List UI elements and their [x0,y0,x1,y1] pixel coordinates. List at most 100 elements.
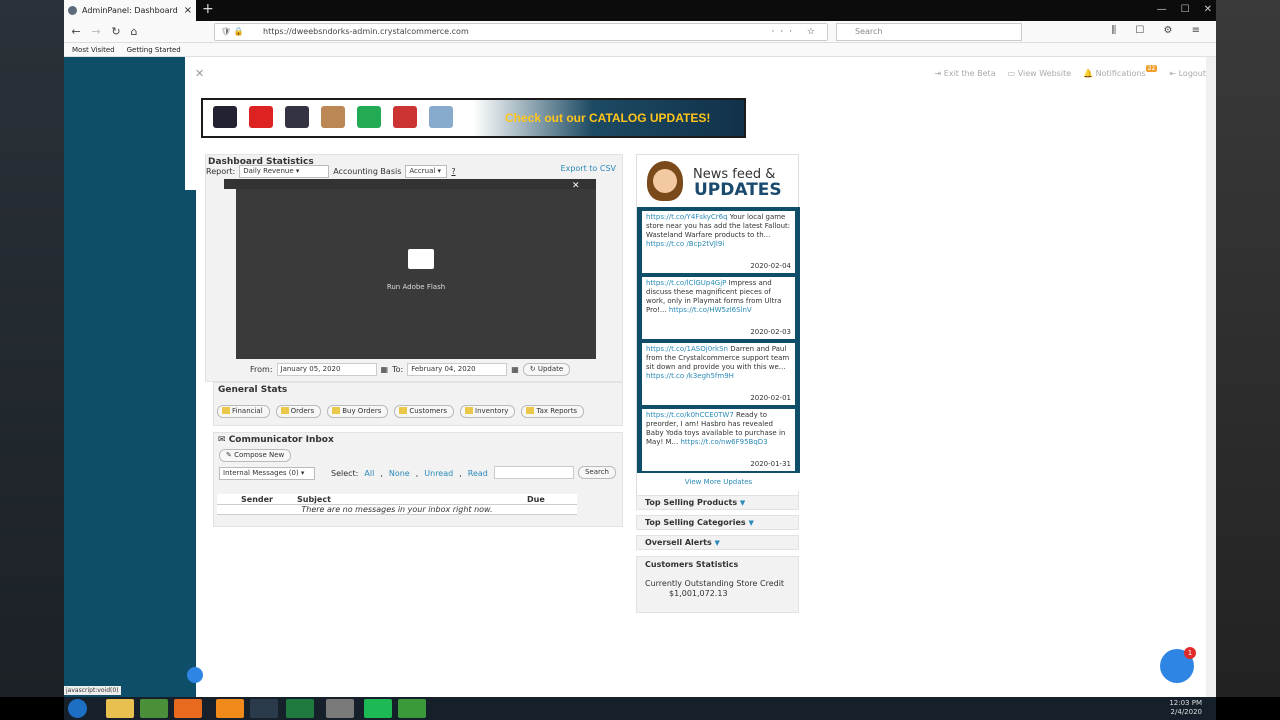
tax-reports-button[interactable]: Tax Reports [521,405,585,418]
system-clock[interactable]: 12:03 PM 2/4/2020 [1169,699,1202,717]
reload-icon[interactable]: ↻ [108,24,124,40]
close-icon[interactable]: ✕ [195,67,204,80]
inbox-title: ✉ Communicator Inbox [218,435,334,445]
accounting-select[interactable]: Accrual ▾ [405,165,448,178]
news-link[interactable]: https://t.co/lClGUp4GjP [646,279,726,287]
folder-icon [465,407,474,414]
news-date: 2020-02-01 [750,394,791,402]
customers-statistics-title: Customers Statistics [645,560,739,569]
toolbar-icons[interactable]: ⫼ ☐ ⚙ ≡ [1112,25,1208,36]
bookmark-most-visited[interactable]: Most Visited [72,46,115,54]
lock-icon: 🛡 🔒 [221,27,244,36]
bookmark-getting-started[interactable]: Getting Started [127,46,181,54]
plugin-icon [408,249,434,269]
help-link[interactable]: ? [451,167,455,176]
calendar-from-icon[interactable]: ▦ [381,365,389,374]
folder-icon [280,407,289,414]
chevron-down-icon: ▼ [714,539,720,547]
red-logo-icon [393,106,417,128]
news-link-more[interactable]: https://t.co /Bcp2tVJl9i [646,240,724,248]
view-more-updates-link[interactable]: View More Updates [637,473,800,491]
new-tab-icon[interactable]: + [202,1,214,17]
select-none-link[interactable]: None [389,469,410,478]
chat-badge: 1 [1184,647,1196,659]
news-item: https://t.co/1ASOj0rkSn Darren and Paul … [642,343,795,405]
update-button[interactable]: ↻ Update [522,363,571,376]
to-label: To: [392,365,404,374]
select-unread-link[interactable]: Unread [424,469,453,478]
from-label: From: [250,365,273,374]
chrome-icon[interactable] [140,699,168,718]
accounting-label: Accounting Basis [333,167,402,176]
top-categories-label: Top Selling Categories [645,518,746,527]
view-website-label: View Website [1017,69,1072,78]
inbox-search-input[interactable] [493,466,574,479]
notifications-link[interactable]: 🔔 Notifications22 [1083,65,1158,78]
orders-button[interactable]: Orders [275,405,322,418]
steam-icon[interactable] [250,699,278,718]
start-icon[interactable] [68,699,87,718]
url-bar[interactable]: 🛡 🔒 https://dweebsndorks-admin.crystalco… [214,23,828,41]
firefox-icon[interactable] [174,699,202,718]
oversell-alerts-toggle[interactable]: Oversell Alerts ▼ [636,535,799,550]
excel-icon[interactable] [286,699,314,718]
catalog-banner[interactable]: Check out our CATALOG UPDATES! [201,98,746,138]
top-selling-products-toggle[interactable]: Top Selling Products ▼ [636,495,799,510]
minimize-icon[interactable]: — [1157,0,1167,20]
orders-label: Orders [290,407,315,415]
home-icon[interactable]: ⌂ [126,24,142,40]
logout-link[interactable]: ⇤ Logout [1169,69,1206,78]
inbox-search-button[interactable]: Search [577,466,616,479]
financial-button[interactable]: Financial [217,405,270,418]
view-website-link[interactable]: ▭ View Website [1008,69,1072,78]
flash-placeholder[interactable]: Run Adobe Flash [236,189,596,359]
notifications-badge: 22 [1145,65,1158,72]
close-window-icon[interactable]: ✕ [1204,0,1212,20]
calendar-to-icon[interactable]: ▦ [511,365,519,374]
close-tab-icon[interactable]: × [184,5,192,16]
export-csv-link[interactable]: Export to CSV [561,164,616,173]
report-select-value: Daily Revenue [243,167,294,175]
folder-icon [332,407,341,414]
exit-beta-link[interactable]: ⇥ Exit the Beta [935,69,996,78]
news-link-more[interactable]: https://t.co /k3egh5fm9H [646,372,734,380]
search-input[interactable]: Search [836,23,1022,41]
news-link[interactable]: https://t.co/1ASOj0rkSn [646,345,728,353]
shield-logo-icon [357,106,381,128]
select-all-link[interactable]: All [364,469,374,478]
folder-select[interactable]: Internal Messages (0) ▾ [219,467,315,480]
from-date-field[interactable]: January 05, 2020 [276,363,377,376]
oversell-label: Oversell Alerts [645,538,712,547]
tab-adminpanel[interactable]: AdminPanel: Dashboard × [64,0,196,21]
customers-button[interactable]: Customers [394,405,455,418]
clock-time: 12:03 PM [1169,699,1202,707]
news-link[interactable]: https://t.co/k0hCCE0TW7 [646,411,734,419]
report-select[interactable]: Daily Revenue ▾ [239,165,330,178]
to-date-field[interactable]: February 04, 2020 [407,363,508,376]
app-icon[interactable] [216,699,244,718]
messenger-icon[interactable] [398,699,426,718]
spotify-icon[interactable] [364,699,392,718]
paizo-logo-icon [285,106,309,128]
admin-page: ✕ ⇥ Exit the Beta ▭ View Website 🔔 Notif… [64,57,1216,697]
top-selling-categories-toggle[interactable]: Top Selling Categories ▼ [636,515,799,530]
exit-beta-label: Exit the Beta [943,69,996,78]
news-link-more[interactable]: https://t.co/HW5zl6SlnV [669,306,752,314]
buy-orders-button[interactable]: Buy Orders [327,405,389,418]
maximize-icon[interactable]: ☐ [1181,0,1190,20]
page-scrollbar[interactable] [1206,57,1216,697]
back-icon[interactable]: ← [68,24,84,40]
select-read-link[interactable]: Read [468,469,488,478]
news-item: https://t.co/lClGUp4GjP Impress and disc… [642,277,795,339]
top-nav: ⇥ Exit the Beta ▭ View Website 🔔 Notific… [935,65,1206,78]
news-link-more[interactable]: https://t.co/nw6F95BqD3 [680,438,767,446]
customers-label: Customers [409,407,448,415]
app-icon[interactable] [326,699,354,718]
news-link[interactable]: https://t.co/Y4FskyCr6q [646,213,728,221]
inventory-button[interactable]: Inventory [460,405,516,418]
page-actions-icon[interactable]: ··· ☆ [771,24,821,40]
forward-icon[interactable]: → [88,24,104,40]
compose-new-button[interactable]: ✎ Compose New [219,449,292,462]
report-label: Report: [206,167,236,176]
file-explorer-icon[interactable] [106,699,134,718]
